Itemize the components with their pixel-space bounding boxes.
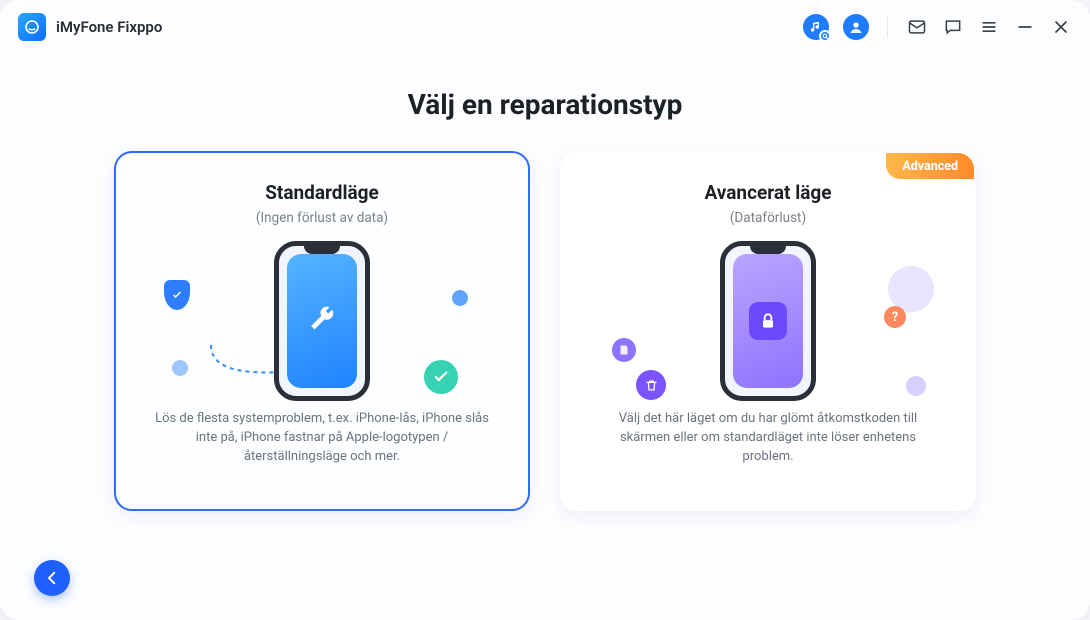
shield-icon xyxy=(164,280,190,310)
card-advanced-illustration: ? xyxy=(592,236,944,406)
menu-icon[interactable] xyxy=(978,16,1000,38)
gear-icon xyxy=(172,360,188,376)
card-advanced-subtitle: (Dataförlust) xyxy=(592,210,944,226)
arrow-left-icon xyxy=(43,569,61,587)
card-advanced-title: Avancerat läge xyxy=(592,181,944,204)
close-icon[interactable] xyxy=(1050,16,1072,38)
card-standard-subtitle: (Ingen förlust av data) xyxy=(146,210,498,226)
app-logo-icon xyxy=(18,13,46,41)
phone-icon xyxy=(720,241,816,401)
disk-icon xyxy=(612,338,636,362)
feedback-icon[interactable] xyxy=(942,16,964,38)
card-standard-title: Standardläge xyxy=(146,181,498,204)
music-search-icon[interactable] xyxy=(803,14,829,40)
check-circle-icon xyxy=(424,360,458,394)
decorative-blob xyxy=(906,376,926,396)
page-title: Välj en reparationstyp xyxy=(0,88,1090,121)
back-button[interactable] xyxy=(34,560,70,596)
minimize-icon[interactable] xyxy=(1014,16,1036,38)
wrench-icon xyxy=(307,306,337,336)
card-standard-description: Lös de flesta systemproblem, t.ex. iPhon… xyxy=(146,410,498,467)
titlebar: iMyFone Fixppo xyxy=(0,0,1090,54)
phone-icon xyxy=(274,241,370,401)
card-standard-mode[interactable]: Standardläge (Ingen förlust av data) xyxy=(114,151,530,511)
advanced-badge: Advanced xyxy=(886,153,974,179)
app-window: iMyFone Fixppo xyxy=(0,0,1090,620)
account-icon[interactable] xyxy=(843,14,869,40)
app-title: iMyFone Fixppo xyxy=(56,18,162,36)
card-advanced-description: Välj det här läget om du har glömt åtkom… xyxy=(592,410,944,467)
card-advanced-mode[interactable]: Advanced Avancerat läge (Dataförlust) ? xyxy=(560,151,976,511)
card-standard-illustration xyxy=(146,236,498,406)
decorative-dot xyxy=(452,290,468,306)
mail-icon[interactable] xyxy=(906,16,928,38)
card-grid: Standardläge (Ingen förlust av data) xyxy=(0,151,1090,511)
lock-icon xyxy=(749,302,787,340)
trash-icon xyxy=(636,370,666,400)
titlebar-divider xyxy=(887,16,888,38)
titlebar-actions xyxy=(803,14,1072,40)
question-icon: ? xyxy=(884,306,906,328)
